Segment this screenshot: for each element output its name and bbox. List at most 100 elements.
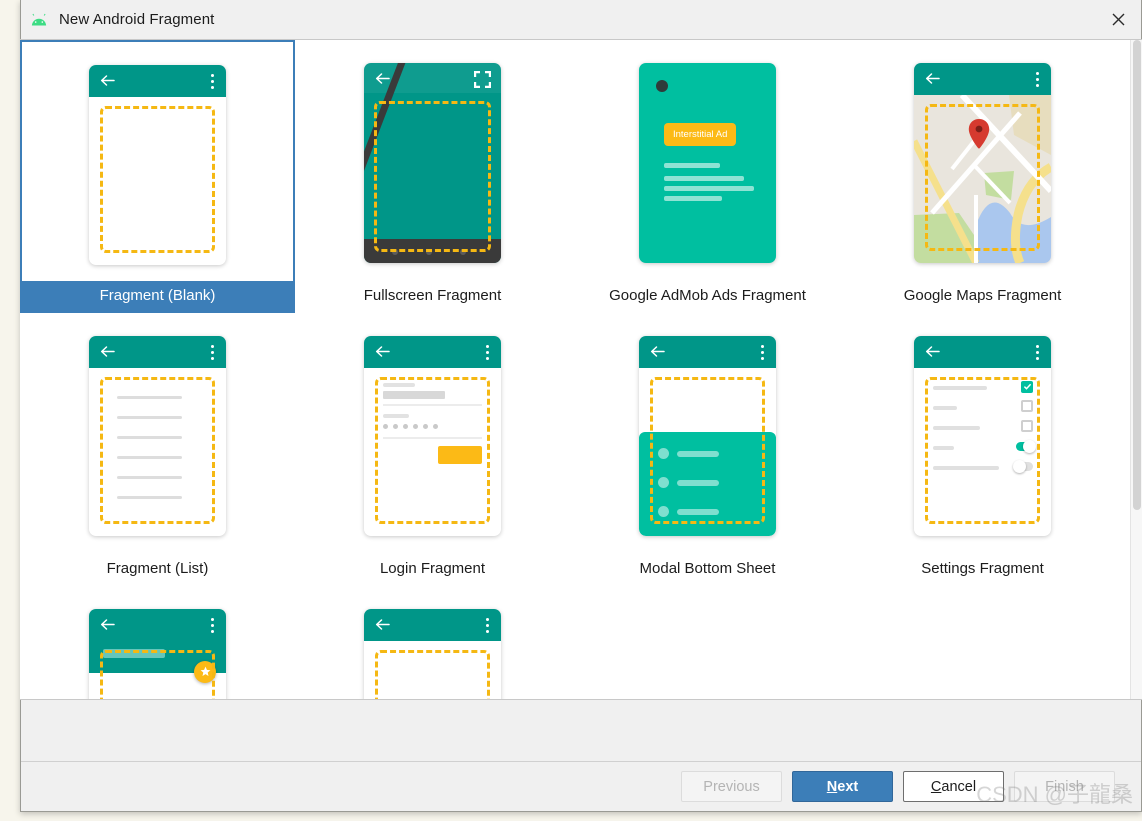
app-bar (364, 335, 501, 368)
fragment-placeholder-outline (374, 100, 491, 252)
maps-fragment-thumbnail (914, 62, 1051, 263)
gallery-empty-cell (845, 586, 1120, 699)
template-gallery: Fragment (Blank) Fullscreen Fragment Int… (20, 40, 1122, 699)
thumbnail-container (20, 586, 295, 699)
back-arrow-icon (925, 72, 940, 84)
fragment-placeholder-outline (100, 105, 215, 253)
template-label: Fragment (List) (106, 560, 209, 577)
template-card-fragment-blank[interactable]: Fragment (Blank) (20, 40, 295, 313)
thumbnail-container (845, 313, 1120, 552)
back-arrow-icon (375, 345, 390, 357)
thumbnail-container: Interstitial Ad (570, 40, 845, 279)
cancel-button[interactable]: Cancel (903, 771, 1004, 802)
fragment-list-thumbnail (89, 335, 226, 536)
template-card-settings-fragment[interactable]: Settings Fragment (845, 313, 1120, 586)
thumbnail-container (295, 586, 570, 699)
template-label: Settings Fragment (921, 560, 1044, 577)
modal-bottom-sheet-thumbnail (639, 335, 776, 536)
template-label: Fullscreen Fragment (363, 287, 502, 304)
ad-panel: Interstitial Ad (644, 67, 771, 258)
interstitial-ad-button: Interstitial Ad (664, 122, 737, 146)
template-card-fullscreen-fragment[interactable]: Fullscreen Fragment (295, 40, 570, 313)
content-line (664, 185, 754, 191)
fullscreen-expand-icon (474, 70, 491, 88)
overflow-menu-icon (1036, 71, 1039, 87)
thumbnail-container (295, 313, 570, 552)
app-bar (89, 608, 226, 641)
overflow-menu-icon (486, 617, 489, 633)
overflow-menu-icon (761, 344, 764, 360)
overflow-menu-icon (1036, 344, 1039, 360)
thumbnail-container (570, 313, 845, 552)
dialog-button-bar: Previous Next Cancel Finish CSDN @子龍桑 (21, 762, 1141, 811)
app-bar (89, 335, 226, 368)
overflow-menu-icon (211, 344, 214, 360)
gallery-row: Fragment (List) Login Fragment Modal Bot… (20, 313, 1122, 586)
cancel-button-mnemonic: C (930, 778, 942, 795)
app-bar (89, 64, 226, 97)
settings-fragment-thumbnail (914, 335, 1051, 536)
dialog-title: New Android Fragment (59, 11, 215, 28)
fragment-placeholder-outline (650, 376, 765, 524)
template-label: Login Fragment (379, 560, 486, 577)
template-card-scrolling-fragment[interactable] (20, 586, 295, 699)
back-arrow-icon (375, 618, 390, 630)
back-arrow-icon (650, 345, 665, 357)
app-bar (914, 62, 1051, 95)
back-arrow-icon (100, 345, 115, 357)
fragment-placeholder-outline (925, 103, 1040, 251)
thumbnail-container (22, 42, 293, 281)
close-button[interactable] (1095, 0, 1141, 38)
wizard-detail-pane (21, 700, 1141, 762)
next-button-label: ext (837, 778, 859, 795)
finish-button[interactable]: Finish (1014, 771, 1115, 802)
new-android-fragment-dialog: New Android Fragment Fragment (Blank) Fu… (20, 0, 1142, 812)
template-card-maps-fragment[interactable]: Google Maps Fragment (845, 40, 1120, 313)
overflow-menu-icon (486, 344, 489, 360)
template-card-fragment-partial[interactable] (295, 586, 570, 699)
fullscreen-fragment-thumbnail (364, 62, 501, 263)
template-label: Google Maps Fragment (903, 287, 1062, 304)
content-line (664, 195, 722, 201)
thumbnail-container (845, 40, 1120, 279)
app-bar (639, 335, 776, 368)
gallery-row: Fragment (Blank) Fullscreen Fragment Int… (20, 40, 1122, 313)
template-card-modal-bottom-sheet[interactable]: Modal Bottom Sheet (570, 313, 845, 586)
overflow-menu-icon (211, 73, 214, 89)
gallery-scrollbar-thumb[interactable] (1133, 40, 1141, 510)
fragment-placeholder-outline (100, 376, 215, 524)
admob-fragment-thumbnail: Interstitial Ad (639, 62, 776, 263)
android-robot-icon (31, 13, 47, 25)
overflow-menu-icon (211, 617, 214, 633)
fragment-placeholder-outline (375, 649, 490, 699)
app-bar (914, 335, 1051, 368)
fragment-blank-thumbnail (89, 64, 226, 265)
status-dot-icon (656, 79, 668, 92)
template-label: Google AdMob Ads Fragment (609, 287, 806, 304)
template-gallery-scroll-area[interactable]: Fragment (Blank) Fullscreen Fragment Int… (20, 39, 1142, 700)
template-label: Fragment (Blank) (22, 281, 293, 311)
gallery-row (20, 586, 1122, 699)
fragment-placeholder-outline (925, 376, 1040, 524)
next-button-mnemonic: N (826, 778, 838, 795)
fragment-partial-thumbnail (364, 608, 501, 699)
gallery-scrollbar[interactable] (1130, 40, 1142, 699)
fragment-placeholder-outline (100, 649, 215, 699)
back-arrow-icon (100, 618, 115, 630)
previous-button[interactable]: Previous (681, 771, 782, 802)
back-arrow-icon (375, 72, 390, 84)
next-button[interactable]: Next (792, 771, 893, 802)
template-label: Modal Bottom Sheet (639, 560, 776, 577)
template-card-admob-fragment[interactable]: Interstitial Ad Google AdMob Ads Fragmen… (570, 40, 845, 313)
cancel-button-label: ancel (941, 778, 977, 795)
back-arrow-icon (100, 74, 115, 86)
template-card-login-fragment[interactable]: Login Fragment (295, 313, 570, 586)
app-bar (364, 608, 501, 641)
thumbnail-container (20, 313, 295, 552)
content-line (664, 162, 720, 168)
content-line (664, 175, 744, 181)
back-arrow-icon (925, 345, 940, 357)
template-card-fragment-list[interactable]: Fragment (List) (20, 313, 295, 586)
scrolling-fragment-thumbnail (89, 608, 226, 699)
dialog-titlebar: New Android Fragment (21, 0, 1141, 39)
